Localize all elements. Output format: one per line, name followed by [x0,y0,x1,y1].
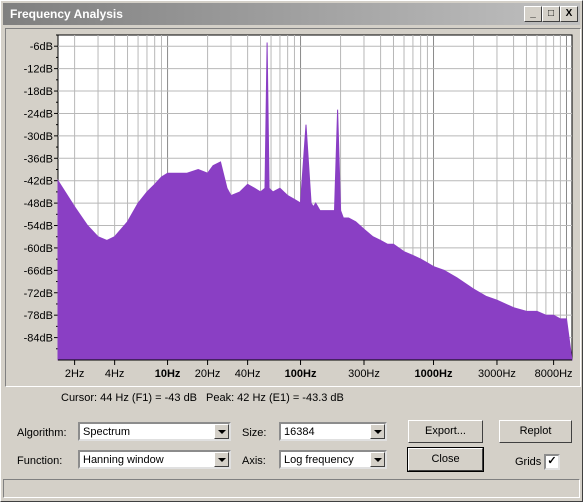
axis-label: Axis: [242,455,266,467]
x-tick-label: 100Hz [285,368,317,380]
x-tick-label: 10Hz [155,368,181,380]
axis-select[interactable]: Log frequency [279,450,387,469]
window-title: Frequency Analysis [10,7,123,21]
export-button[interactable]: Export... [408,420,483,443]
close-button[interactable]: Close [407,447,484,472]
x-tick-label: 20Hz [195,368,221,380]
function-label: Function: [17,455,63,467]
y-tick-label: -6dB [30,41,53,53]
title-bar[interactable]: Frequency Analysis _ □ X [3,3,580,25]
y-tick-label: -66dB [24,265,53,277]
x-tick-label: 4Hz [105,368,125,380]
x-tick-label: 1000Hz [415,368,453,380]
spectrum-plot[interactable]: -6dB -12dB -18dB -24dB -30dB -36dB -42dB -48dB -… [6,29,580,386]
size-select[interactable]: 16384 [279,422,387,441]
close-window-button[interactable]: X [560,6,578,22]
y-tick-label: -60dB [24,243,53,255]
x-tick-label: 40Hz [235,368,261,380]
spectrum-plot-panel: -6dB -12dB -18dB -24dB -30dB -36dB -42dB -48dB -… [5,28,581,387]
y-tick-label: -30dB [24,131,53,143]
grids-label: Grids [515,456,542,468]
algorithm-value: Spectrum [83,426,131,438]
algorithm-select[interactable]: Spectrum [78,422,231,441]
chevron-down-icon[interactable] [370,452,385,467]
y-tick-label: -24dB [24,108,53,120]
peak-readout: Peak: 42 Hz (E1) = -43.3 dB [206,392,344,404]
y-tick-label: -72dB [24,288,53,300]
axis-value: Log frequency [284,454,354,466]
chevron-down-icon[interactable] [370,424,385,439]
y-tick-label: -42dB [24,176,53,188]
y-tick-label: -12dB [24,64,53,76]
y-tick-label: -18dB [24,86,53,98]
status-bar [3,479,580,498]
chevron-down-icon[interactable] [214,424,229,439]
size-value: 16384 [284,426,315,438]
grids-checkbox[interactable]: ✓ [544,454,560,470]
function-value: Hanning window [83,454,164,466]
x-tick-label: 300Hz [348,368,380,380]
frequency-analysis-window: Frequency Analysis _ □ X -6dB -12dB -18dB -… [0,0,583,502]
x-tick-label: 8000Hz [535,368,573,380]
y-tick-label: -54dB [24,221,53,233]
chevron-down-icon[interactable] [214,452,229,467]
size-label: Size: [242,427,267,439]
replot-button[interactable]: Replot [499,420,572,443]
cursor-readout: Cursor: 44 Hz (F1) = -43 dB [61,392,198,404]
maximize-button[interactable]: □ [542,6,560,22]
algorithm-label: Algorithm: [17,427,67,439]
y-tick-label: -84dB [24,333,53,345]
y-tick-label: -78dB [24,310,53,322]
x-tick-label: 2Hz [65,368,85,380]
minimize-button[interactable]: _ [524,6,542,22]
y-tick-label: -48dB [24,198,53,210]
y-tick-label: -36dB [24,153,53,165]
function-select[interactable]: Hanning window [78,450,231,469]
x-tick-label: 3000Hz [478,368,516,380]
